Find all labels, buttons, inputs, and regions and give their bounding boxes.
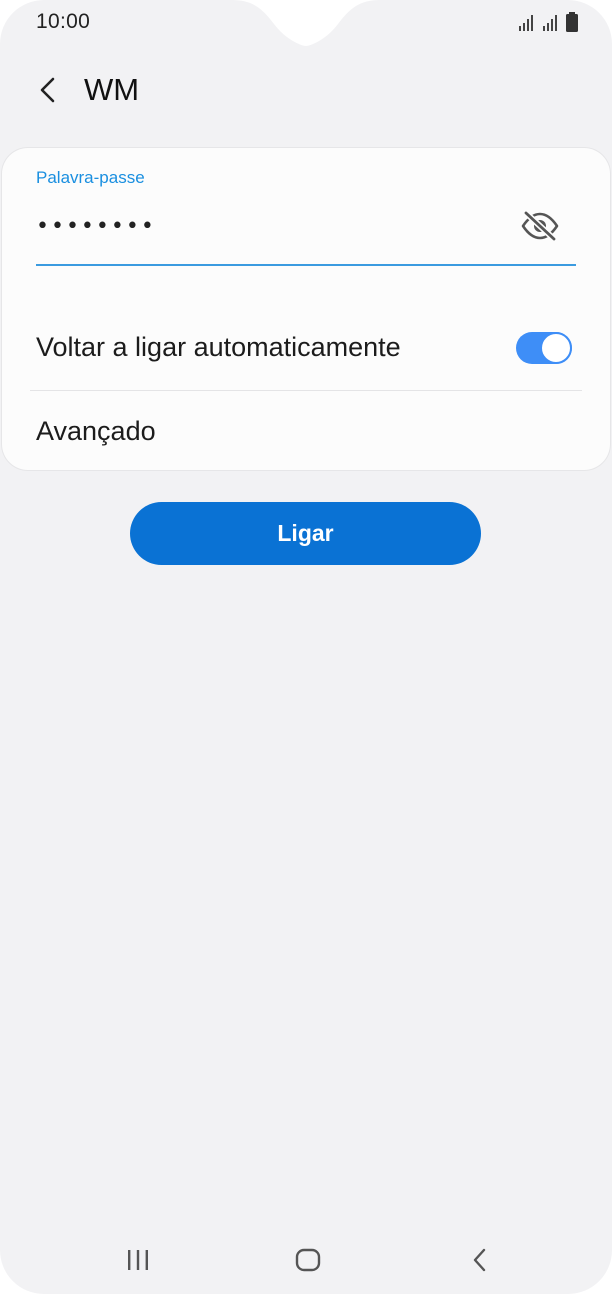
header: WM <box>0 64 612 114</box>
recents-icon <box>128 1250 148 1270</box>
status-bar: 10:00 <box>0 0 612 46</box>
chevron-left-icon <box>40 77 55 103</box>
eye-off-icon <box>521 211 559 241</box>
signal-icon <box>543 15 557 31</box>
auto-reconnect-row[interactable]: Voltar a ligar automaticamente <box>0 312 612 388</box>
divider <box>30 390 582 391</box>
auto-reconnect-label: Voltar a ligar automaticamente <box>36 332 401 362</box>
status-icons <box>518 12 578 32</box>
password-underline <box>36 264 576 266</box>
advanced-row[interactable]: Avançado <box>0 396 612 468</box>
auto-reconnect-switch[interactable] <box>516 332 572 364</box>
password-label: Palavra-passe <box>36 168 145 187</box>
notch <box>232 0 380 46</box>
signal-icon <box>519 15 533 31</box>
nav-bar <box>0 1228 612 1288</box>
battery-icon <box>566 12 578 32</box>
home-icon <box>295 1248 321 1272</box>
recents-button[interactable] <box>108 1240 168 1280</box>
password-visibility-toggle[interactable] <box>516 204 564 248</box>
status-time: 10:00 <box>36 10 91 33</box>
back-button[interactable] <box>28 70 68 110</box>
home-button[interactable] <box>278 1240 338 1280</box>
phone-screen: 10:00 WM Palavra-passe Voltar a ligar au… <box>0 0 612 1294</box>
page-title: WM <box>84 72 140 107</box>
nav-back-button[interactable] <box>450 1240 510 1280</box>
toggle-knob <box>540 332 572 364</box>
password-input[interactable] <box>36 206 496 246</box>
back-icon <box>473 1248 486 1272</box>
advanced-label: Avançado <box>36 416 156 446</box>
connect-button[interactable]: Ligar <box>130 502 481 565</box>
